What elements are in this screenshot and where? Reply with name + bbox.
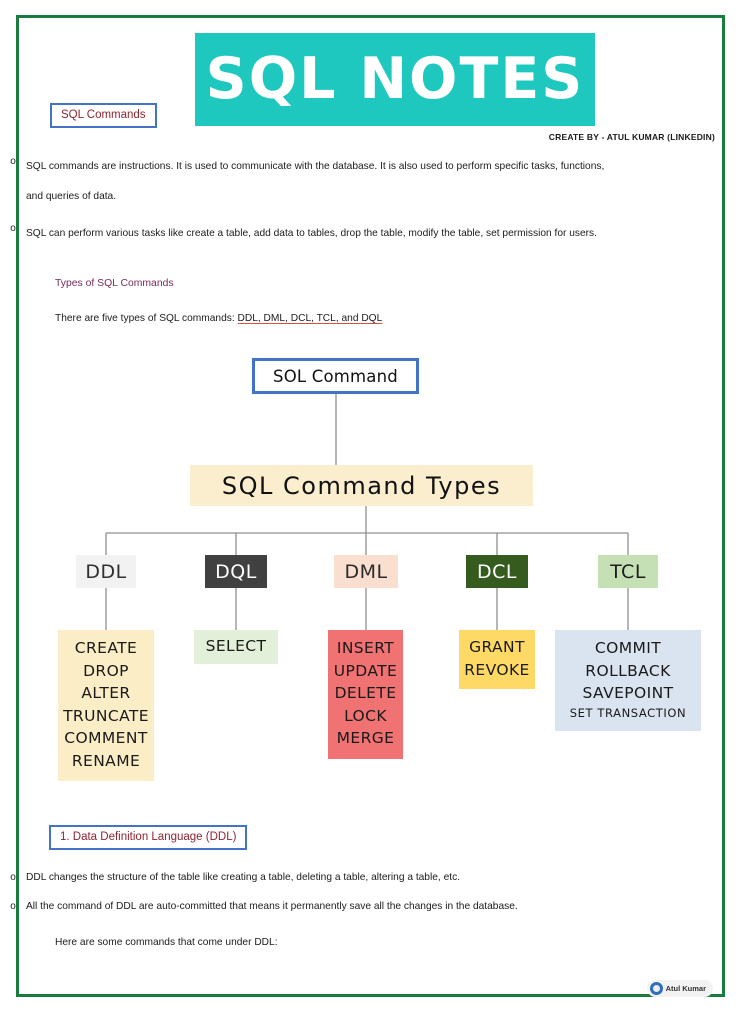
command-item: CREATE: [74, 639, 138, 657]
list-item-text: SQL can perform various tasks like creat…: [26, 228, 597, 239]
command-item: MERGE: [336, 729, 395, 747]
diagram-commands-tcl: COMMIT ROLLBACK SAVEPOINT SET TRANSACTIO…: [555, 630, 701, 731]
footer-logo: Atul Kumar: [646, 980, 713, 997]
diagram-root-node: SOL Command: [252, 358, 419, 394]
header-banner: SQL NOTES: [195, 33, 595, 126]
diagram-commands-dml: INSERT UPDATE DELETE LOCK MERGE: [328, 630, 403, 759]
command-item: ALTER: [81, 684, 131, 702]
diagram-category-ddl: DDL: [76, 555, 136, 588]
diagram-types-node: SQL Command Types: [190, 465, 533, 506]
badge-sql-commands: SQL Commands: [50, 103, 157, 128]
list-item-text: DDL changes the structure of the table l…: [26, 872, 460, 883]
diagram-commands-ddl: CREATE DROP ALTER TRUNCATE COMMENT RENAM…: [58, 630, 154, 781]
list-item: o All the command of DDL are auto-commit…: [0, 897, 741, 916]
sql-command-types-diagram: SOL Command SQL Command Types DDL DQL DM…: [0, 350, 741, 790]
command-item: TRUNCATE: [63, 706, 149, 725]
avatar-icon: [649, 982, 663, 995]
list-item: o DDL changes the structure of the table…: [0, 868, 741, 887]
types-lead-prefix: There are five types of SQL commands:: [55, 313, 238, 324]
credit-line: CREATE BY - ATUL KUMAR (LINKEDIN): [548, 132, 715, 142]
command-item: DELETE: [334, 684, 397, 702]
command-item: COMMIT: [594, 639, 662, 657]
command-item: GRANT: [469, 638, 525, 656]
diagram-category-tcl: TCL: [598, 555, 658, 588]
command-item: SAVEPOINT: [582, 684, 674, 702]
document-page: SQL NOTES CREATE BY - ATUL KUMAR (LINKED…: [0, 0, 741, 1024]
command-item: SELECT: [205, 637, 267, 655]
command-item: ROLLBACK: [585, 661, 671, 680]
list-item-text: All the command of DDL are auto-committe…: [26, 901, 518, 912]
badge-ddl-section: 1. Data Definition Language (DDL): [49, 825, 248, 850]
diagram-commands-dql: SELECT: [194, 630, 278, 664]
list-item: o SQL can perform various tasks like cre…: [0, 219, 741, 249]
page-title: SQL NOTES: [205, 46, 585, 112]
bullet-marker-icon: o: [10, 901, 16, 912]
command-item: INSERT: [336, 639, 395, 657]
command-item: DROP: [83, 661, 129, 680]
list-item: o SQL commands are instructions. It is u…: [0, 152, 741, 212]
diagram-category-dml: DML: [334, 555, 398, 588]
types-lead-highlight: DDL, DML, DCL, TCL, and DQL: [237, 313, 383, 324]
types-lead-line: There are five types of SQL commands: DD…: [55, 313, 382, 324]
types-of-sql-commands-heading: Types of SQL Commands: [55, 278, 174, 289]
bullet-marker-icon: o: [10, 223, 16, 234]
command-item: UPDATE: [333, 661, 398, 680]
command-item: SET TRANSACTION: [569, 705, 687, 720]
diagram-category-dcl: DCL: [466, 555, 528, 588]
command-item: RENAME: [71, 751, 141, 770]
diagram-commands-dcl: GRANT REVOKE: [459, 630, 535, 689]
footer-logo-text: Atul Kumar: [665, 984, 706, 993]
bullet-marker-icon: o: [10, 156, 16, 167]
bullet-marker-icon: o: [10, 872, 16, 883]
command-item: COMMENT: [64, 729, 148, 747]
list-item-text: SQL commands are instructions. It is use…: [26, 161, 605, 202]
command-item: LOCK: [344, 706, 387, 725]
ddl-bullet-list: o DDL changes the structure of the table…: [0, 868, 741, 923]
intro-bullet-list: o SQL commands are instructions. It is u…: [0, 152, 741, 256]
diagram-category-dql: DQL: [205, 555, 267, 588]
ddl-closing-line: Here are some commands that come under D…: [55, 937, 278, 948]
command-item: REVOKE: [464, 660, 530, 679]
